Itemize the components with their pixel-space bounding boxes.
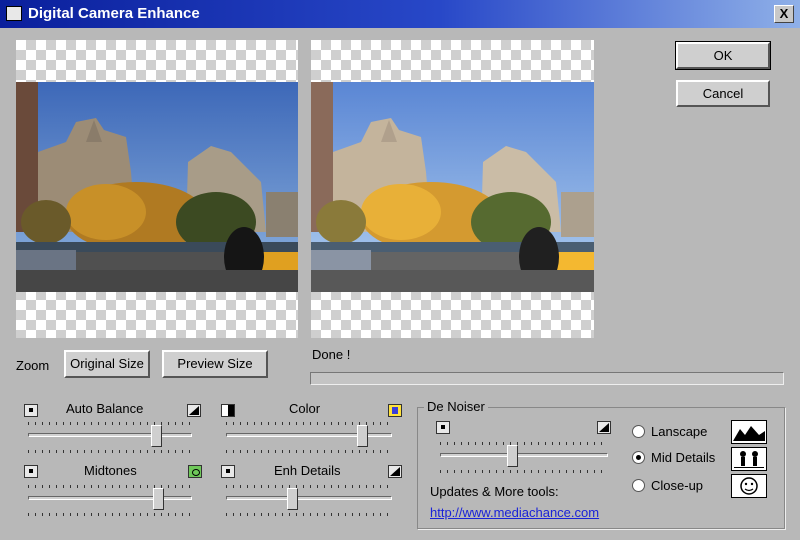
progress-bar xyxy=(310,372,784,385)
landscape-radio-button[interactable] xyxy=(632,425,645,438)
mid-details-radio[interactable]: Mid Details xyxy=(632,450,715,465)
denoiser-slider[interactable] xyxy=(440,442,608,473)
app-icon xyxy=(6,6,22,21)
color-label: Color xyxy=(289,401,321,416)
close-up-radio[interactable]: Close-up xyxy=(632,478,703,493)
denoiser-label: De Noiser xyxy=(424,399,488,414)
close-button[interactable]: X xyxy=(774,5,794,23)
title-bar: Digital Camera Enhance X xyxy=(0,0,800,28)
midtones-thumb[interactable] xyxy=(152,488,164,510)
midtones-low-icon xyxy=(24,465,38,478)
window-title: Digital Camera Enhance xyxy=(28,5,200,22)
enhanced-photo xyxy=(311,82,594,292)
mediachance-link[interactable]: http://www.mediachance.com xyxy=(430,505,599,520)
midtones-label: Midtones xyxy=(84,463,137,478)
enh-details-slider[interactable] xyxy=(226,485,392,516)
landscape-icon xyxy=(731,420,767,444)
denoiser-thumb[interactable] xyxy=(507,445,519,467)
color-low-icon xyxy=(221,404,235,417)
auto-balance-thumb[interactable] xyxy=(150,425,162,447)
updates-label: Updates & More tools: xyxy=(430,484,559,499)
auto-balance-slider[interactable] xyxy=(28,422,192,453)
denoiser-high-icon xyxy=(597,421,611,434)
enh-details-low-icon xyxy=(221,465,235,478)
mid-details-radio-button[interactable] xyxy=(632,451,645,464)
midtones-slider[interactable] xyxy=(28,485,192,516)
enh-details-thumb[interactable] xyxy=(287,488,299,510)
cancel-button[interactable]: Cancel xyxy=(676,80,770,107)
people-icon xyxy=(731,447,767,471)
mid-details-radio-label: Mid Details xyxy=(651,450,716,465)
auto-balance-high-icon xyxy=(187,404,201,417)
face-icon xyxy=(731,474,767,498)
original-photo xyxy=(16,82,298,292)
landscape-radio[interactable]: Lanscape xyxy=(632,424,707,439)
enh-details-label: Enh Details xyxy=(274,463,341,478)
color-high-icon xyxy=(388,404,402,417)
close-up-radio-button[interactable] xyxy=(632,479,645,492)
status-text: Done ! xyxy=(312,347,351,362)
enh-details-high-icon xyxy=(388,465,402,478)
color-slider[interactable] xyxy=(226,422,392,453)
auto-balance-label: Auto Balance xyxy=(66,401,144,416)
original-size-button[interactable]: Original Size xyxy=(64,350,150,378)
auto-balance-low-icon xyxy=(24,404,38,417)
zoom-label: Zoom xyxy=(16,358,50,373)
ok-button[interactable]: OK xyxy=(675,41,771,70)
denoiser-low-icon xyxy=(436,421,450,434)
color-thumb[interactable] xyxy=(357,425,369,447)
preview-size-button[interactable]: Preview Size xyxy=(162,350,268,378)
midtones-high-icon xyxy=(188,465,202,478)
close-up-radio-label: Close-up xyxy=(651,478,704,493)
landscape-radio-label: Lanscape xyxy=(651,424,708,439)
